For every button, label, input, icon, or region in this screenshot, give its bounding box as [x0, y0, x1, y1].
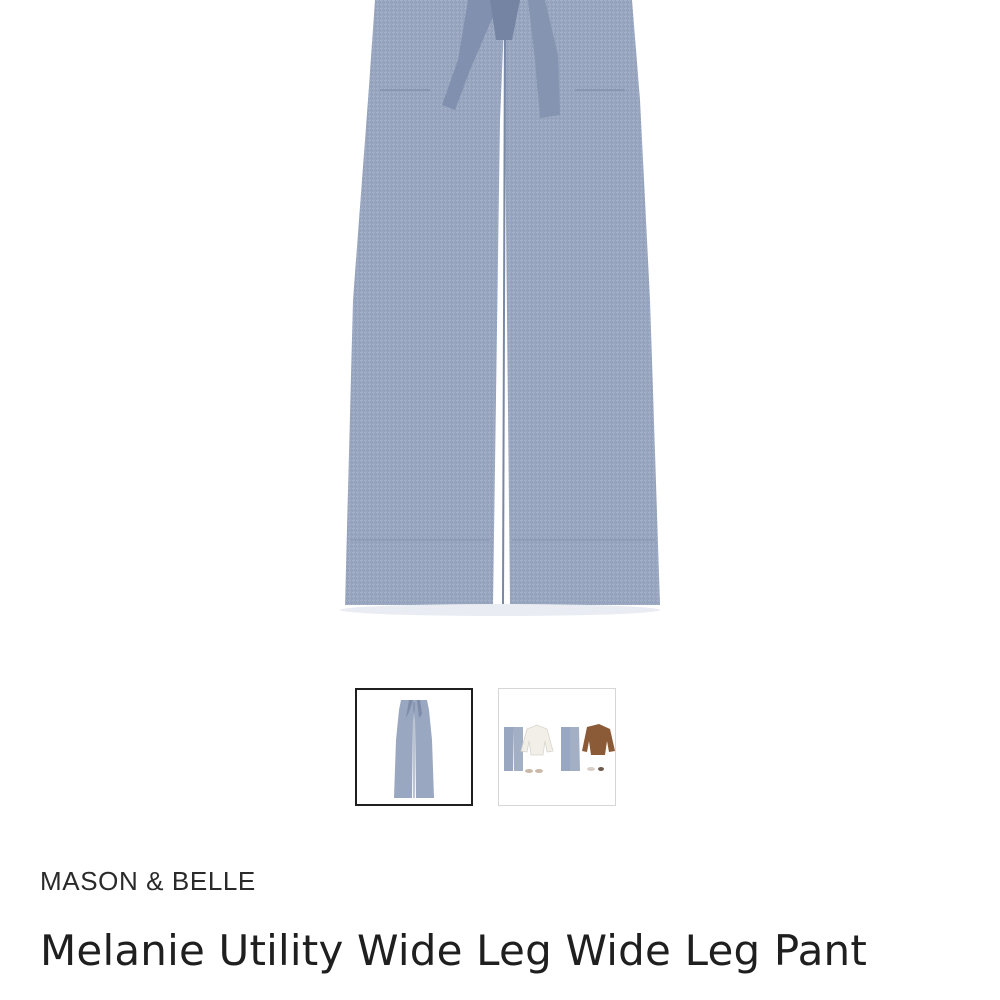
- product-main-image[interactable]: [0, 0, 1000, 650]
- pant-thumbnail-image: [394, 700, 434, 798]
- outfit-thumbnail-image: [504, 724, 615, 773]
- pant-front-thumbnail[interactable]: [355, 688, 473, 806]
- wide-leg-pant-image: [340, 0, 660, 616]
- thumbnail-strip: [355, 688, 616, 806]
- product-title: Melanie Utility Wide Leg Wide Leg Pant: [40, 926, 867, 975]
- brand-name[interactable]: MASON & BELLE: [40, 866, 256, 897]
- outfit-styling-thumbnail[interactable]: [498, 688, 616, 806]
